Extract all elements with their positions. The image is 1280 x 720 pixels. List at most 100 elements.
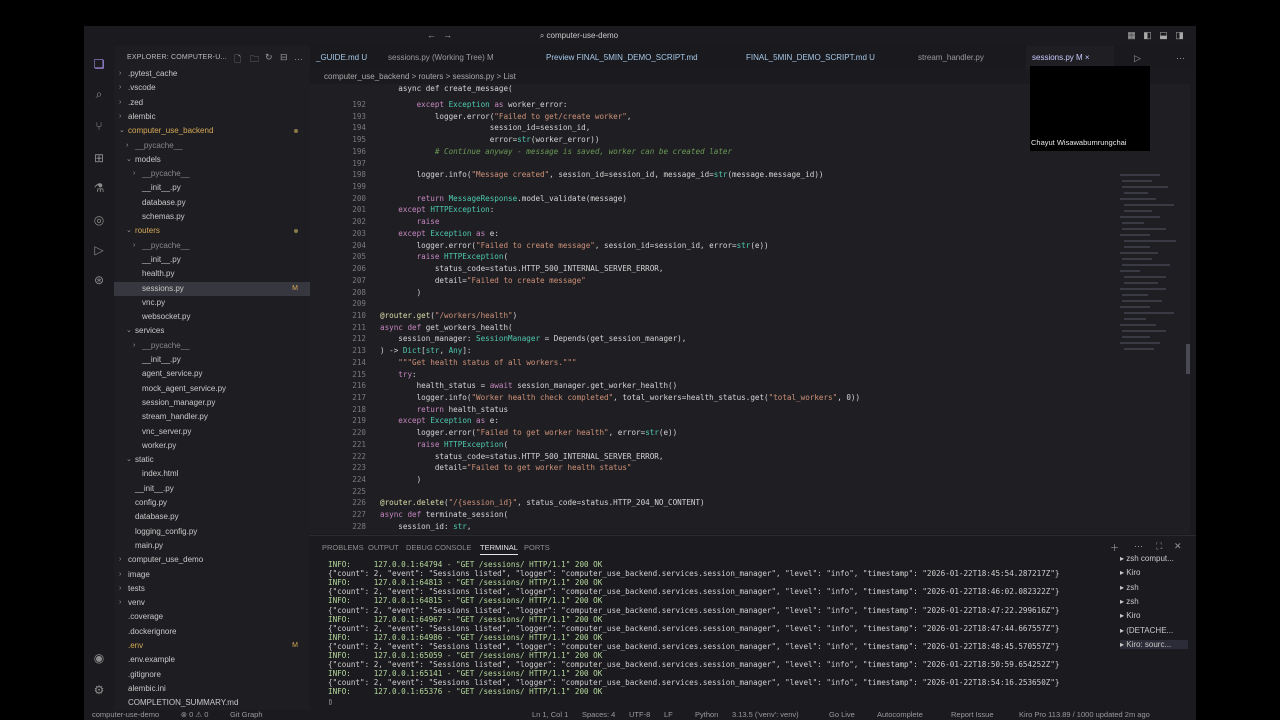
new-terminal-icon[interactable]: ＋ (1110, 541, 1119, 554)
tree-item[interactable]: main.py (114, 539, 310, 553)
refresh-icon[interactable]: ↻ (265, 52, 273, 63)
tree-item[interactable]: __init__.py (114, 482, 310, 496)
status-item[interactable]: Autocomplete (877, 710, 923, 720)
tree-item[interactable]: › alembic (114, 110, 310, 124)
status-item[interactable]: ⊗ 0 ⚠ 0 (181, 710, 209, 720)
tree-item[interactable]: logging_config.py (114, 525, 310, 539)
tree-item[interactable]: config.py (114, 496, 310, 510)
editor-tab[interactable]: sessions.py (Working Tree) M (382, 46, 528, 70)
tree-item[interactable]: .env M (114, 639, 310, 653)
tree-item[interactable]: › tests (114, 582, 310, 596)
tree-item[interactable]: __init__.py (114, 253, 310, 267)
toggle-secondary-icon[interactable]: ◨ (1174, 30, 1185, 41)
panel-tab-problems[interactable]: PROBLEMS (322, 543, 364, 552)
command-search[interactable]: ⌕ computer-use-demo (404, 29, 754, 43)
tree-item[interactable]: ⌄ services (114, 324, 310, 338)
terminal-instance[interactable]: ▸ Kiro: sourc... (1120, 639, 1188, 649)
tree-item[interactable]: sessions.py M (114, 281, 310, 296)
tree-item[interactable]: database.py (114, 510, 310, 524)
tree-item[interactable]: alembic.ini (114, 682, 310, 696)
tree-item[interactable]: stream_handler.py (114, 410, 310, 424)
panel-more-icon[interactable]: ⋯ (1134, 541, 1143, 552)
more-actions-icon[interactable]: ⋯ (1176, 53, 1185, 64)
panel-tab-debug-console[interactable]: DEBUG CONSOLE (406, 543, 471, 552)
tree-item[interactable]: COMPLETION_SUMMARY.md (114, 696, 310, 710)
gear-icon[interactable]: ⚙ (91, 682, 107, 698)
terminal-instance[interactable]: ▸ (DETACHE... (1120, 626, 1173, 635)
editor-tab[interactable]: FINAL_5MIN_DEMO_SCRIPT.md U (740, 46, 900, 70)
tree-item[interactable]: index.html (114, 467, 310, 481)
tree-item[interactable]: __init__.py (114, 181, 310, 195)
panel-tab-output[interactable]: OUTPUT (368, 543, 399, 552)
editor-tab[interactable]: Preview FINAL_5MIN_DEMO_SCRIPT.md (540, 46, 720, 70)
tree-item[interactable]: schemas.py (114, 210, 310, 224)
layout-icon[interactable]: ▦ (1126, 30, 1137, 41)
testing-icon[interactable]: ⚗ (91, 180, 107, 196)
breadcrumb[interactable]: computer_use_backend > routers > session… (324, 72, 516, 81)
terminal-instance[interactable]: ▸ Kiro (1120, 611, 1140, 620)
status-item[interactable]: Spaces: 4 (582, 710, 615, 720)
tree-item[interactable]: vnc.py (114, 296, 310, 310)
editor-tab[interactable]: _GUIDE.md U (310, 46, 370, 70)
tree-item[interactable]: › __pycache__ (114, 167, 310, 181)
more-icon[interactable]: … (294, 52, 303, 62)
terminal-instance[interactable]: ▸ zsh comput... (1120, 554, 1174, 563)
tree-item[interactable]: ⌄ models (114, 153, 310, 167)
extensions-icon[interactable]: ⊞ (91, 150, 107, 166)
tree-item[interactable]: .dockerignore (114, 625, 310, 639)
tree-item[interactable]: mock_agent_service.py (114, 382, 310, 396)
tree-item[interactable]: session_manager.py (114, 396, 310, 410)
tree-item[interactable]: › __pycache__ (114, 339, 310, 353)
status-item[interactable]: UTF-8 (629, 710, 650, 720)
kiro-icon[interactable]: ◎ (91, 212, 107, 228)
tree-item[interactable]: .coverage (114, 610, 310, 624)
source-control-icon[interactable]: ⑂ (91, 118, 107, 134)
status-item[interactable]: Ln 1, Col 1 (532, 710, 568, 720)
explorer-icon[interactable]: ❏ (91, 56, 107, 72)
toggle-panel-icon[interactable]: ⬓ (1158, 30, 1169, 41)
tree-item[interactable]: database.py (114, 196, 310, 210)
new-file-icon[interactable]: 🗋 (234, 52, 241, 68)
tree-item[interactable]: ⌄ static (114, 453, 310, 467)
toggle-sidebar-icon[interactable]: ◧ (1142, 30, 1153, 41)
terminal-instance[interactable]: ▸ Kiro (1120, 568, 1140, 577)
close-panel-icon[interactable]: ✕ (1174, 541, 1182, 552)
maximize-panel-icon[interactable]: ⛶ (1156, 541, 1162, 552)
status-item[interactable]: Report Issue (951, 710, 994, 720)
tree-item[interactable]: health.py (114, 267, 310, 281)
status-item[interactable]: LF (664, 710, 673, 720)
run-icon[interactable]: ▷ (1134, 53, 1141, 64)
panel-tab-ports[interactable]: PORTS (524, 543, 550, 552)
tree-item[interactable]: › __pycache__ (114, 139, 310, 153)
status-item[interactable]: 3.13.5 ('venv': venv) (732, 710, 799, 720)
tree-item[interactable]: __init__.py (114, 353, 310, 367)
tree-item[interactable]: worker.py (114, 439, 310, 453)
terminal-instance[interactable]: ▸ zsh (1120, 597, 1139, 606)
tree-item[interactable]: .gitignore (114, 668, 310, 682)
new-folder-icon[interactable]: 🗀 (250, 52, 259, 68)
tree-item[interactable]: › venv (114, 596, 310, 610)
tree-item[interactable]: ⌄ computer_use_backend (114, 124, 310, 138)
tree-item[interactable]: agent_service.py (114, 367, 310, 381)
status-item[interactable]: Kiro Pro 113.89 / 1000 updated 2m ago (1019, 710, 1150, 720)
tree-item[interactable]: › image (114, 568, 310, 582)
account-icon[interactable]: ◉ (91, 650, 107, 666)
panel-tab-terminal[interactable]: TERMINAL (480, 543, 518, 555)
search-icon[interactable]: ⌕ (91, 86, 107, 102)
status-item[interactable]: computer-use-demo (92, 710, 159, 720)
code-editor[interactable]: async def create_message( 192 except Exc… (310, 84, 1110, 534)
minimap[interactable] (1110, 84, 1190, 534)
tree-item[interactable]: › computer_use_demo (114, 553, 310, 567)
status-item[interactable]: Go Live (829, 710, 855, 720)
tree-item[interactable]: vnc_server.py (114, 425, 310, 439)
tree-item[interactable]: ⌄ routers (114, 224, 310, 238)
tree-item[interactable]: › .vscode (114, 81, 310, 95)
run-debug-icon[interactable]: ▷ (91, 242, 107, 258)
tree-item[interactable]: › __pycache__ (114, 239, 310, 253)
tree-item[interactable]: .env.example (114, 653, 310, 667)
terminal-instance[interactable]: ▸ zsh (1120, 583, 1139, 592)
tree-item[interactable]: › .pytest_cache (114, 67, 310, 81)
collapse-all-icon[interactable]: ⊟ (280, 52, 288, 63)
status-item[interactable]: Git Graph (230, 710, 263, 720)
editor-tab[interactable]: stream_handler.py (912, 46, 1012, 70)
